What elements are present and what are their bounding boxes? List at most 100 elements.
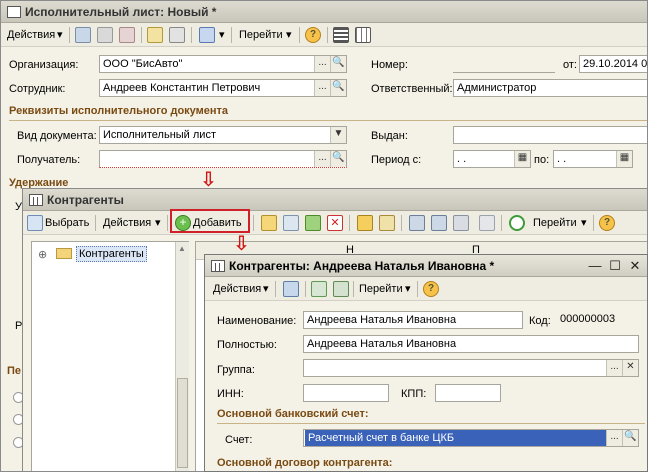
- name-label: Наименование:: [217, 315, 297, 327]
- help-icon[interactable]: ?: [305, 27, 321, 43]
- maximize-icon[interactable]: ☐: [607, 258, 623, 274]
- partial-label-u: У: [15, 201, 22, 213]
- filter-icon[interactable]: [409, 215, 425, 231]
- contractors-goto-dropdown-icon[interactable]: ▾: [581, 214, 587, 232]
- section-contract: Основной договор контрагента:: [217, 457, 393, 469]
- group-field[interactable]: ... ✕: [303, 359, 639, 377]
- contractors-goto-menu[interactable]: Перейти: [533, 214, 577, 232]
- account-search-icon[interactable]: 🔍: [622, 430, 638, 446]
- hierarchy-icon[interactable]: [357, 215, 373, 231]
- actions-menu[interactable]: Действия: [7, 26, 55, 44]
- refresh-icon[interactable]: [509, 215, 525, 231]
- full-name-field[interactable]: Андреева Наталья Ивановна: [303, 335, 639, 353]
- unpost-icon[interactable]: [169, 27, 185, 43]
- post-icon[interactable]: [147, 27, 163, 43]
- contractors-actions-menu[interactable]: Действия: [103, 214, 151, 232]
- filter-off-icon[interactable]: [479, 215, 495, 231]
- group-select-button[interactable]: ...: [606, 360, 622, 376]
- issued-label: Выдан:: [371, 130, 408, 142]
- kpp-field[interactable]: [435, 384, 501, 402]
- doc-type-dropdown-icon[interactable]: ▼: [330, 127, 346, 143]
- kpp-label: КПП:: [401, 388, 427, 400]
- employee-field[interactable]: Андреев Константин Петрович ... 🔍: [99, 79, 347, 97]
- contractors-actions-dropdown-icon[interactable]: ▾: [155, 214, 161, 232]
- tree-panel[interactable]: ⊕ Контрагенты: [31, 241, 189, 471]
- full-name-label: Полностью:: [217, 339, 277, 351]
- copy-item-icon[interactable]: [283, 215, 299, 231]
- folder-icon: [56, 248, 72, 259]
- recipient-label: Получатель:: [17, 154, 81, 166]
- tree-scrollbar[interactable]: ▲: [175, 242, 189, 471]
- list-settings-icon[interactable]: [333, 27, 349, 43]
- org-search-icon[interactable]: 🔍: [330, 56, 346, 72]
- doc-type-select[interactable]: Исполнительный лист ▼: [99, 126, 347, 144]
- tree-expand-icon[interactable]: ⊕: [38, 248, 47, 261]
- document-window-icon: [7, 6, 21, 18]
- tree-scrollbar-thumb[interactable]: [177, 378, 188, 468]
- org-field[interactable]: ООО "БисАвто" ... 🔍: [99, 55, 347, 73]
- date-field[interactable]: 29.10.2014 0: [579, 55, 647, 73]
- recipient-select-button[interactable]: ...: [314, 151, 330, 167]
- period-to-calendar-icon[interactable]: ▦: [616, 151, 632, 167]
- contractors-toolbar: Выбрать Действия ▾ + Добавить ✕ Перейти …: [23, 211, 647, 235]
- card-actions-menu[interactable]: Действия: [213, 280, 261, 298]
- tree-root-label[interactable]: Контрагенты: [76, 246, 147, 262]
- card-copy-icon[interactable]: [333, 281, 349, 297]
- number-field[interactable]: [453, 55, 555, 73]
- main-titlebar: Исполнительный лист: Новый *: [1, 1, 647, 23]
- card-goto-menu[interactable]: Перейти: [359, 280, 403, 298]
- card-toolbar: Действия ▾ Перейти ▾ ?: [205, 277, 647, 301]
- org-select-button[interactable]: ...: [314, 56, 330, 72]
- edit-item-icon[interactable]: [305, 215, 321, 231]
- card-actions-dropdown-icon[interactable]: ▾: [263, 280, 269, 298]
- table-icon[interactable]: [355, 27, 371, 43]
- period-from-calendar-icon[interactable]: ▦: [514, 151, 530, 167]
- card-goto-dropdown-icon[interactable]: ▾: [405, 280, 411, 298]
- structure-icon[interactable]: [199, 27, 215, 43]
- inn-field[interactable]: [303, 384, 389, 402]
- employee-search-icon[interactable]: 🔍: [330, 80, 346, 96]
- edit-icon[interactable]: [97, 27, 113, 43]
- delete-icon[interactable]: [119, 27, 135, 43]
- org-label: Организация:: [9, 59, 79, 71]
- period-to-label: по:: [534, 154, 550, 166]
- name-field[interactable]: Андреева Наталья Ивановна: [303, 311, 523, 329]
- contractors-help-icon[interactable]: ?: [599, 215, 615, 231]
- card-window: Контрагенты: Андреева Наталья Ивановна *…: [204, 254, 648, 472]
- save-close-icon[interactable]: [283, 281, 299, 297]
- filter-history-icon[interactable]: [453, 215, 469, 231]
- account-select-button[interactable]: ...: [606, 430, 622, 446]
- card-refresh-icon[interactable]: [311, 281, 327, 297]
- org-value: ООО "БисАвто": [103, 58, 183, 70]
- employee-select-button[interactable]: ...: [314, 80, 330, 96]
- add-group-icon[interactable]: [261, 215, 277, 231]
- main-toolbar: Действия ▾ ▾ Перейти ▾ ?: [1, 23, 647, 47]
- filter-value-icon[interactable]: [431, 215, 447, 231]
- actions-dropdown-icon[interactable]: ▾: [57, 26, 63, 44]
- recipient-search-icon[interactable]: 🔍: [330, 151, 346, 167]
- delete-item-icon[interactable]: ✕: [327, 215, 343, 231]
- goto-dropdown-icon[interactable]: ▾: [286, 26, 292, 44]
- goto-menu[interactable]: Перейти: [239, 26, 283, 44]
- responsible-field[interactable]: Администратор: [453, 79, 647, 97]
- code-field[interactable]: 000000003: [557, 311, 643, 329]
- copy-icon[interactable]: [75, 27, 91, 43]
- employee-value: Андреев Константин Петрович: [103, 82, 261, 94]
- doc-type-value: Исполнительный лист: [103, 129, 216, 141]
- level-up-icon[interactable]: [379, 215, 395, 231]
- main-title: Исполнительный лист: Новый *: [25, 5, 217, 19]
- account-field[interactable]: Расчетный счет в банке ЦКБ ... 🔍: [303, 429, 639, 447]
- contractors-titlebar: Контрагенты: [23, 189, 647, 211]
- close-icon[interactable]: ✕: [627, 258, 643, 274]
- contractors-title: Контрагенты: [47, 193, 124, 207]
- group-clear-icon[interactable]: ✕: [622, 360, 638, 376]
- minimize-icon[interactable]: —: [587, 258, 603, 274]
- period-to-field[interactable]: . . ▦: [553, 150, 633, 168]
- card-help-icon[interactable]: ?: [423, 281, 439, 297]
- select-button[interactable]: Выбрать: [45, 214, 89, 232]
- structure-dropdown-icon[interactable]: ▾: [219, 26, 225, 44]
- issued-field[interactable]: [453, 126, 647, 144]
- recipient-field[interactable]: ... 🔍: [99, 150, 347, 168]
- select-icon[interactable]: [27, 215, 43, 231]
- period-from-field[interactable]: . . ▦: [453, 150, 531, 168]
